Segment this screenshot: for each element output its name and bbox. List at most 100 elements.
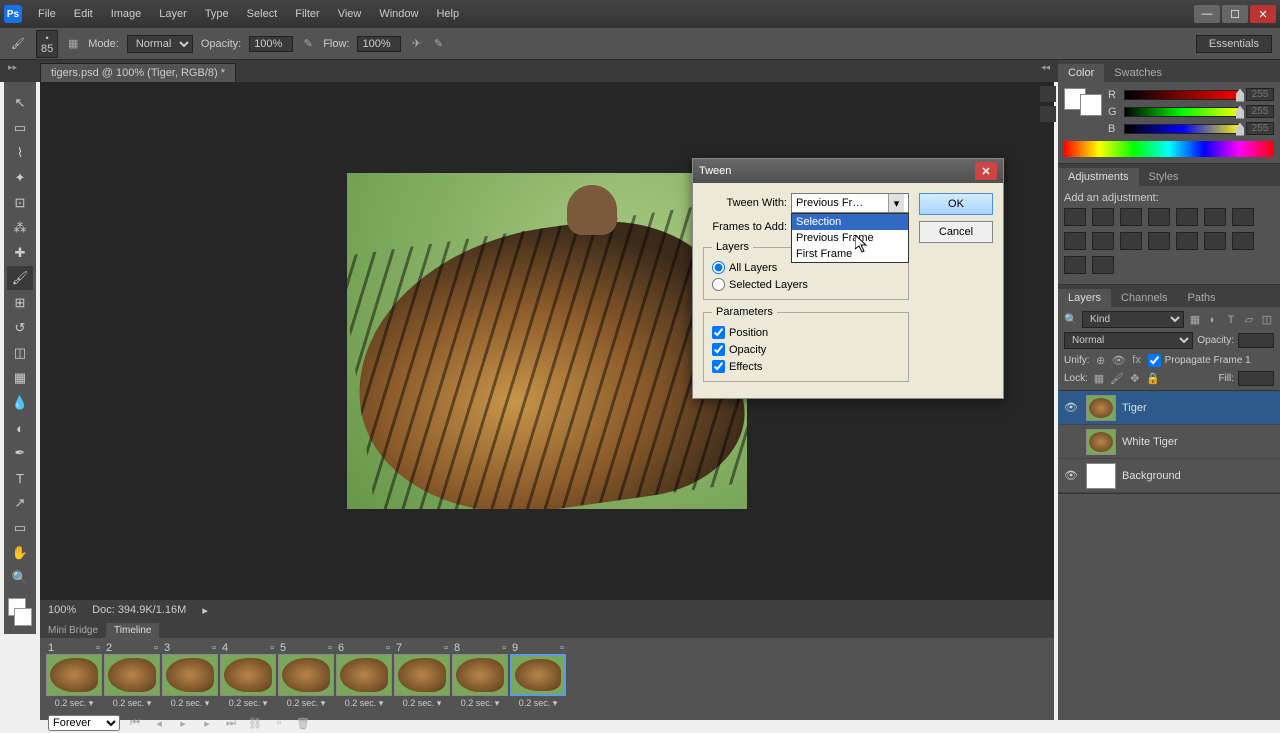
unify-position-icon[interactable]: ⊕ [1094,353,1108,367]
color-swatches[interactable] [1064,88,1102,129]
selected-layers-radio[interactable] [712,278,725,291]
loop-select[interactable]: Forever [48,715,120,731]
color-picker[interactable] [8,598,32,626]
adjustment-icon[interactable] [1092,208,1114,226]
adjustment-icon[interactable] [1064,208,1086,226]
new-frame-button[interactable]: ▫ [270,715,288,731]
adjustment-icon[interactable] [1204,208,1226,226]
crop-tool[interactable]: ⊡ [7,191,33,215]
opacity-pressure-icon[interactable]: ✎ [301,37,315,51]
dialog-close-button[interactable]: ✕ [975,162,997,180]
dock-icon[interactable] [1040,86,1056,102]
tween-with-combo[interactable]: Previous Fr… ▾ [791,193,909,213]
visibility-toggle[interactable]: 👁 [1062,401,1080,414]
adjustment-icon[interactable] [1092,232,1114,250]
last-frame-button[interactable]: ⏭ [222,715,240,731]
window-close-button[interactable]: ✕ [1250,5,1276,23]
all-layers-radio[interactable] [712,261,725,274]
g-slider[interactable] [1124,107,1242,117]
layer-row[interactable]: 👁Tiger [1058,391,1280,425]
adjustment-icon[interactable] [1120,232,1142,250]
animation-frame[interactable]: 2▫0.2 sec. ▾ [104,642,160,709]
animation-frame[interactable]: 1▫0.2 sec. ▾ [46,642,102,709]
tab-layers[interactable]: Layers [1058,289,1111,307]
tab-color[interactable]: Color [1058,64,1104,82]
play-button[interactable]: ▸ [174,715,192,731]
menu-type[interactable]: Type [197,4,237,24]
type-tool[interactable]: T [7,466,33,490]
dropdown-option[interactable]: First Frame [792,246,908,262]
tab-swatches[interactable]: Swatches [1104,64,1172,82]
filter-smart-icon[interactable]: ◫ [1260,313,1274,327]
unify-style-icon[interactable]: fx [1130,353,1144,367]
pen-tool[interactable]: ✒ [7,441,33,465]
menu-select[interactable]: Select [239,4,286,24]
b-slider[interactable] [1124,124,1242,134]
adjustment-icon[interactable] [1120,208,1142,226]
status-arrow-icon[interactable]: ▸ [202,604,208,617]
lasso-tool[interactable]: ⌇ [7,141,33,165]
chevron-down-icon[interactable]: ▾ [888,194,904,212]
propagate-checkbox[interactable] [1148,354,1161,367]
collapse-left-icon[interactable]: ▸▸ [8,62,17,73]
eyedropper-tool[interactable]: ⁂ [7,216,33,240]
adjustment-icon[interactable] [1176,208,1198,226]
filter-pixel-icon[interactable]: ▦ [1188,313,1202,327]
r-value[interactable]: 255 [1246,88,1274,101]
opacity-checkbox[interactable] [712,343,725,356]
filter-adj-icon[interactable]: ◐ [1206,313,1220,327]
menu-image[interactable]: Image [103,4,150,24]
color-spectrum[interactable] [1064,141,1274,157]
animation-frame[interactable]: 4▫0.2 sec. ▾ [220,642,276,709]
minimize-button[interactable]: — [1194,5,1220,23]
adjustment-icon[interactable] [1064,232,1086,250]
tab-paths[interactable]: Paths [1178,289,1226,307]
effects-checkbox[interactable] [712,360,725,373]
maximize-button[interactable]: ☐ [1222,5,1248,23]
adjustment-icon[interactable] [1176,232,1198,250]
adjustment-icon[interactable] [1148,208,1170,226]
document-canvas[interactable] [347,173,747,509]
dialog-titlebar[interactable]: Tween ✕ [693,159,1003,183]
delete-frame-button[interactable]: 🗑 [294,715,312,731]
opacity-input[interactable] [249,36,293,52]
menu-edit[interactable]: Edit [66,4,101,24]
path-tool[interactable]: ↗ [7,491,33,515]
tween-button[interactable]: ⛓ [246,715,264,731]
marquee-tool[interactable]: ▭ [7,116,33,140]
flow-input[interactable] [357,36,401,52]
rect-tool[interactable]: ▭ [7,516,33,540]
lock-trans-icon[interactable]: ▦ [1092,372,1106,386]
tablet-pressure-icon[interactable]: ✎ [431,37,445,51]
ok-button[interactable]: OK [919,193,993,215]
blur-tool[interactable]: 💧 [7,391,33,415]
animation-frame[interactable]: 9▫0.2 sec. ▾ [510,642,566,709]
b-value[interactable]: 255 [1246,122,1274,135]
tab-styles[interactable]: Styles [1139,168,1189,186]
collapse-right-icon[interactable]: ◂◂ [1041,62,1050,73]
menu-window[interactable]: Window [371,4,426,24]
adjustment-icon[interactable] [1148,232,1170,250]
dropdown-option[interactable]: Selection [792,214,908,230]
lock-pixels-icon[interactable]: 🖌 [1110,372,1124,386]
dropdown-option[interactable]: Previous Frame [792,230,908,246]
layer-row[interactable]: 👁Background [1058,459,1280,493]
menu-file[interactable]: File [30,4,64,24]
cancel-button[interactable]: Cancel [919,221,993,243]
airbrush-icon[interactable]: ✈ [409,37,423,51]
adjustment-icon[interactable] [1232,208,1254,226]
zoom-tool[interactable]: 🔍 [7,566,33,590]
move-tool[interactable]: ↖ [7,91,33,115]
filter-icon[interactable]: 🔍 [1064,313,1078,327]
history-tool[interactable]: ↺ [7,316,33,340]
blend-mode-select[interactable]: Normal [1064,332,1193,349]
first-frame-button[interactable]: ⏮ [126,715,144,731]
unify-visibility-icon[interactable]: 👁 [1112,353,1126,367]
animation-frame[interactable]: 8▫0.2 sec. ▾ [452,642,508,709]
layer-thumbnail[interactable] [1086,395,1116,421]
document-tab[interactable]: tigers.psd @ 100% (Tiger, RGB/8) * [40,63,236,82]
brush-preset[interactable]: •85 [36,30,58,58]
dodge-tool[interactable]: ◐ [7,416,33,440]
r-slider[interactable] [1124,90,1242,100]
brush-panel-toggle[interactable]: ▦ [66,37,80,51]
